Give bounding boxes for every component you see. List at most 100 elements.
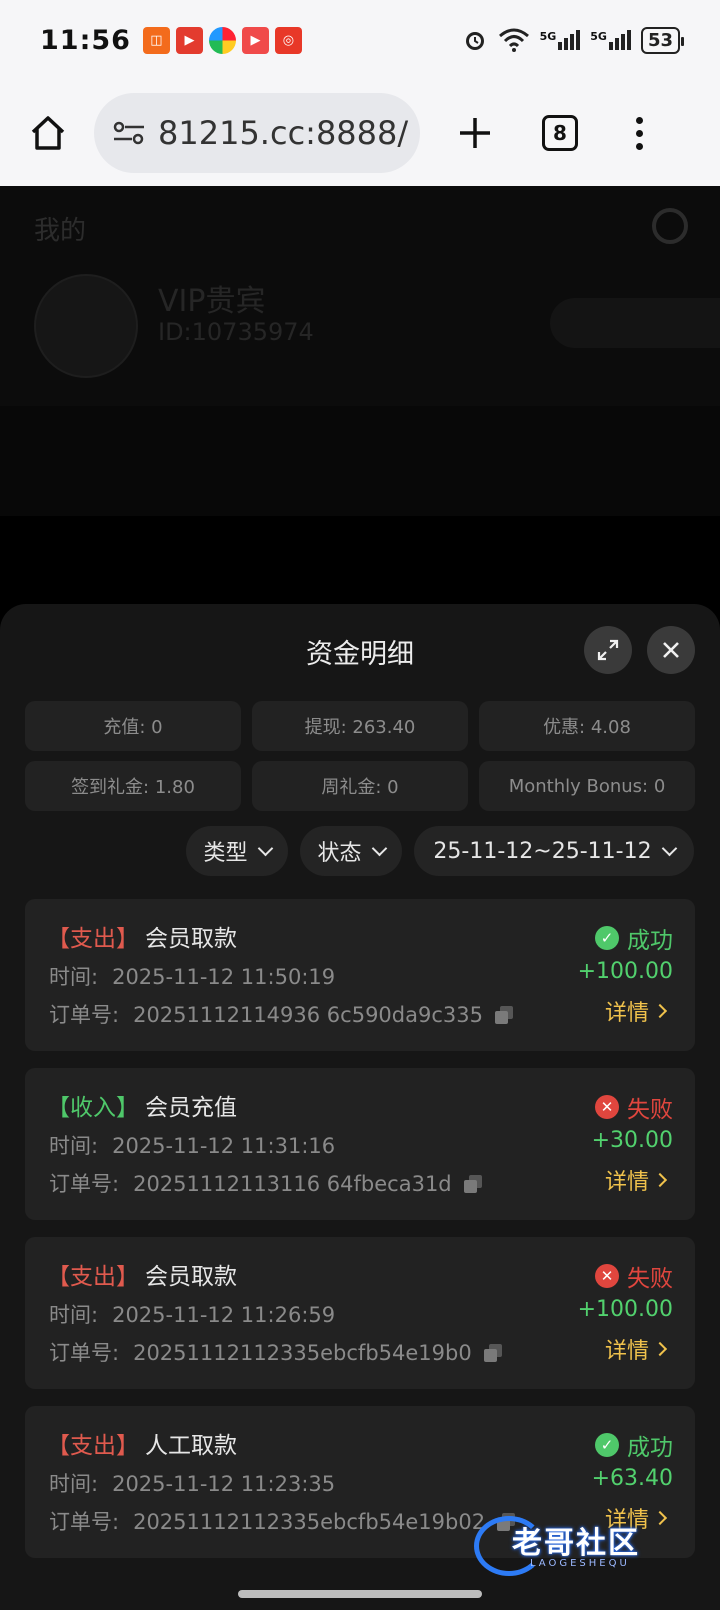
type-filter-label: 类型 bbox=[203, 841, 248, 866]
date-range-label: 25-11-12~25-11-12 bbox=[433, 838, 652, 864]
status-filter-label: 状态 bbox=[317, 841, 362, 866]
browser-toolbar: 81215.cc:8888/ 8 bbox=[0, 80, 720, 186]
record-title: 【支出】 人工取款 bbox=[47, 1426, 237, 1460]
copy-icon[interactable] bbox=[483, 1344, 502, 1362]
chevron-down-icon bbox=[257, 840, 273, 856]
record-time: 时间: 2025-11-12 11:50:19 bbox=[49, 965, 336, 989]
summary-recharge: 充值: 0 bbox=[25, 701, 241, 751]
record-time: 时间: 2025-11-12 11:31:16 bbox=[49, 1134, 336, 1158]
record-amount: +63.40 bbox=[591, 1466, 673, 1491]
url-text: 81215.cc:8888/ bbox=[158, 114, 409, 152]
status-bar: 11:56 ◫ ▶ ▶ ◎ 5G 5G 53 bbox=[0, 0, 720, 80]
record-card[interactable]: 【收入】 会员充值 时间: 2025-11-12 11:31:16 订单号: 2025… bbox=[25, 1068, 695, 1220]
new-tab-button[interactable] bbox=[452, 110, 498, 156]
video-app-icon: ▶ bbox=[175, 26, 203, 54]
screen: 11:56 ◫ ▶ ▶ ◎ 5G 5G 53 81215.cc:8888/ 8 … bbox=[0, 0, 720, 1610]
stats-row bbox=[0, 406, 720, 516]
alarm-icon bbox=[465, 32, 484, 50]
record-direction: 【支出】 bbox=[47, 1264, 139, 1290]
copy-icon[interactable] bbox=[463, 1175, 482, 1193]
record-title: 【支出】 会员取款 bbox=[47, 919, 237, 953]
user-id: ID:10735974 bbox=[158, 318, 314, 346]
record-order: 订单号: 20251112112335ebcfb54e19b02 bbox=[49, 1506, 516, 1536]
details-link[interactable]: 详情 bbox=[605, 1333, 668, 1365]
system-status: 5G 5G 53 bbox=[462, 26, 685, 54]
vip-strip bbox=[0, 516, 720, 606]
app-notification-icon: ◫ bbox=[142, 26, 170, 54]
copy-icon[interactable] bbox=[494, 1006, 513, 1024]
page-title: 我的 bbox=[34, 216, 87, 246]
watermark-subtext: LAOGESHEQU bbox=[530, 1558, 630, 1569]
summary-weekly-bonus: 周礼金: 0 bbox=[252, 761, 468, 811]
record-kind: 会员取款 bbox=[145, 1264, 237, 1290]
checkin-pill bbox=[550, 298, 720, 348]
browser-app-icon bbox=[208, 26, 236, 54]
details-link[interactable]: 详情 bbox=[605, 995, 668, 1027]
tab-switcher-button[interactable]: 8 bbox=[542, 115, 578, 151]
fail-x-icon: ✕ bbox=[595, 1264, 619, 1288]
plus-icon bbox=[460, 118, 490, 148]
gesture-nav-handle[interactable] bbox=[238, 1590, 482, 1598]
more-menu-icon[interactable] bbox=[634, 116, 644, 150]
close-button[interactable] bbox=[647, 626, 695, 674]
record-status: ✕ 失败 bbox=[595, 1259, 673, 1293]
music-app-icon: ◎ bbox=[274, 26, 302, 54]
wifi-icon bbox=[498, 28, 529, 52]
record-title: 【支出】 会员取款 bbox=[47, 1257, 237, 1291]
watermark-text: 老哥社区 bbox=[512, 1526, 640, 1561]
summary-discount: 优惠: 4.08 bbox=[479, 701, 695, 751]
record-amount: +100.00 bbox=[577, 959, 673, 984]
record-order: 订单号: 20251112114936 6c590da9c335 bbox=[49, 999, 513, 1029]
record-status: ✓ 成功 bbox=[595, 1428, 673, 1462]
record-kind: 会员取款 bbox=[145, 926, 237, 952]
avatar bbox=[34, 274, 138, 378]
record-status: ✕ 失败 bbox=[595, 1090, 673, 1124]
chevron-right-icon bbox=[652, 1341, 668, 1357]
type-filter[interactable]: 类型 bbox=[186, 826, 288, 876]
record-time: 时间: 2025-11-12 11:26:59 bbox=[49, 1303, 336, 1327]
clock: 11:56 bbox=[40, 24, 131, 56]
chevron-down-icon bbox=[371, 840, 387, 856]
record-kind: 人工取款 bbox=[145, 1433, 237, 1459]
settings-gear-icon bbox=[652, 208, 688, 244]
record-title: 【收入】 会员充值 bbox=[47, 1088, 237, 1122]
record-kind: 会员充值 bbox=[145, 1095, 237, 1121]
home-button[interactable] bbox=[22, 107, 74, 159]
record-amount: +30.00 bbox=[591, 1128, 673, 1153]
signal-1-icon: 5G bbox=[540, 30, 581, 50]
address-bar[interactable]: 81215.cc:8888/ bbox=[94, 93, 420, 173]
record-direction: 【收入】 bbox=[47, 1095, 139, 1121]
status-filter[interactable]: 状态 bbox=[300, 826, 402, 876]
date-range-filter[interactable]: 25-11-12~25-11-12 bbox=[414, 826, 694, 876]
notification-icons: ◫ ▶ ▶ ◎ bbox=[142, 26, 302, 54]
summary-grid: 充值: 0 提现: 263.40 优惠: 4.08 签到礼金: 1.80 周礼金… bbox=[25, 701, 695, 811]
record-status: ✓ 成功 bbox=[595, 921, 673, 955]
watermark-logo: 老哥社区 LAOGESHEQU bbox=[474, 1512, 694, 1582]
record-amount: +100.00 bbox=[577, 1297, 673, 1322]
success-check-icon: ✓ bbox=[595, 1433, 619, 1457]
summary-monthly-bonus: Monthly Bonus: 0 bbox=[479, 761, 695, 811]
record-card[interactable]: 【支出】 会员取款 时间: 2025-11-12 11:50:19 订单号: 2025… bbox=[25, 899, 695, 1051]
signal-2-icon: 5G bbox=[590, 30, 631, 50]
record-card[interactable]: 【支出】 会员取款 时间: 2025-11-12 11:26:59 订单号: 2025… bbox=[25, 1237, 695, 1389]
details-link[interactable]: 详情 bbox=[605, 1164, 668, 1196]
home-icon bbox=[31, 116, 65, 150]
success-check-icon: ✓ bbox=[595, 926, 619, 950]
background-page: 我的 VIP贵宾 ID:10735974 bbox=[0, 186, 720, 606]
close-icon bbox=[663, 642, 679, 658]
record-direction: 【支出】 bbox=[47, 1433, 139, 1459]
battery-indicator: 53 bbox=[640, 26, 685, 54]
summary-withdraw: 提现: 263.40 bbox=[252, 701, 468, 751]
expand-icon bbox=[597, 639, 619, 661]
record-order: 订单号: 20251112113116 64fbeca31d bbox=[49, 1168, 482, 1198]
record-time: 时间: 2025-11-12 11:23:35 bbox=[49, 1472, 336, 1496]
fund-details-sheet: 资金明细 充值: 0 提现: 263.40 优惠: 4.08 签到礼金: 1.8… bbox=[0, 604, 720, 1610]
site-settings-icon[interactable] bbox=[112, 119, 146, 147]
expand-button[interactable] bbox=[584, 626, 632, 674]
chevron-right-icon bbox=[652, 1003, 668, 1019]
chevron-right-icon bbox=[652, 1172, 668, 1188]
record-order: 订单号: 20251112112335ebcfb54e19b0 bbox=[49, 1337, 502, 1367]
fail-x-icon: ✕ bbox=[595, 1095, 619, 1119]
chevron-down-icon bbox=[661, 840, 677, 856]
play-app-icon: ▶ bbox=[241, 26, 269, 54]
